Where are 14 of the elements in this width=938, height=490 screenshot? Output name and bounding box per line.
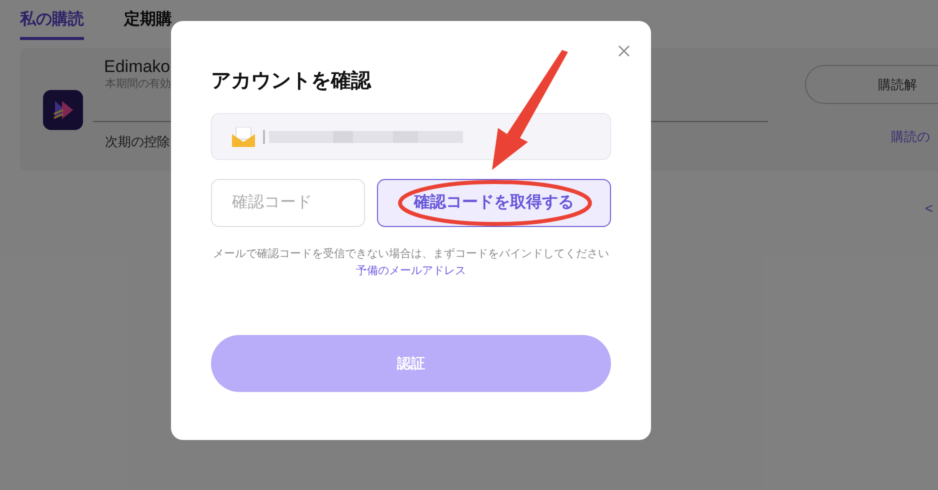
app-logo-icon <box>43 90 83 130</box>
cancel-subscription-button[interactable]: 購読解 <box>805 65 938 104</box>
manage-subscription-link[interactable]: 購読の <box>891 127 930 146</box>
code-input-field[interactable]: 確認コード <box>211 179 365 227</box>
tab[interactable]: 定期購 <box>124 8 172 40</box>
backup-email-link[interactable]: 予備のメールアドレス <box>356 265 466 277</box>
dialog-title: アカウントを確認 <box>211 69 372 94</box>
product-name: Edimako <box>104 56 170 78</box>
next-deduction-label: 次期の控除 <box>105 133 170 151</box>
envelope-icon <box>232 126 255 146</box>
help-text: メールで確認コードを受信できない場合は、まずコードをバインドしてください 予備のメールアドレス <box>212 246 610 279</box>
tab[interactable]: 私の購読 <box>20 8 84 40</box>
close-icon[interactable] <box>618 45 630 57</box>
previous-page-button[interactable]: < <box>925 198 934 219</box>
